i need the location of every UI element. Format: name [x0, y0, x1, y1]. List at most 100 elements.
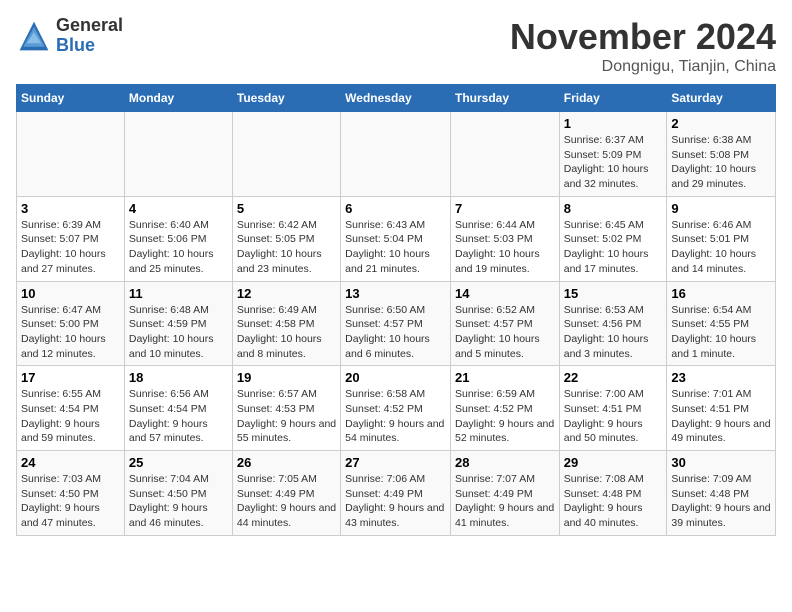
calendar-cell: 19Sunrise: 6:57 AM Sunset: 4:53 PM Dayli… — [232, 366, 340, 451]
calendar-cell: 29 Sunrise: 7:08 AM Sunset: 4:48 PM Dayli… — [559, 451, 667, 536]
calendar-cell: 10 Sunrise: 6:47 AM Sunset: 5:00 PM Dayli… — [17, 281, 125, 366]
day-info: Sunrise: 6:43 AM Sunset: 5:04 PM Dayligh… — [345, 218, 446, 277]
day-number: 11 — [129, 286, 228, 301]
calendar-cell: 18Sunrise: 6:56 AM Sunset: 4:54 PM Dayli… — [124, 366, 232, 451]
day-info: Sunrise: 6:48 AM Sunset: 4:59 PM Dayligh… — [129, 303, 228, 362]
header-row: Sunday Monday Tuesday Wednesday Thursday… — [17, 85, 776, 112]
day-number: 17 — [21, 370, 120, 385]
day-info: Sunrise: 6:55 AM Sunset: 4:54 PM Dayligh… — [21, 387, 120, 446]
day-number: 21 — [455, 370, 555, 385]
day-number: 26 — [237, 455, 336, 470]
day-info: Sunrise: 6:47 AM Sunset: 5:00 PM Dayligh… — [21, 303, 120, 362]
day-info: Sunrise: 7:06 AM Sunset: 4:49 PM Dayligh… — [345, 472, 446, 531]
calendar-cell — [450, 112, 559, 197]
calendar-cell: 17 Sunrise: 6:55 AM Sunset: 4:54 PM Dayli… — [17, 366, 125, 451]
calendar-cell: 13 Sunrise: 6:50 AM Sunset: 4:57 PM Dayli… — [341, 281, 451, 366]
col-monday: Monday — [124, 85, 232, 112]
calendar-cell: 27 Sunrise: 7:06 AM Sunset: 4:49 PM Dayli… — [341, 451, 451, 536]
day-info: Sunrise: 6:42 AM Sunset: 5:05 PM Dayligh… — [237, 218, 336, 277]
day-number: 8 — [564, 201, 663, 216]
calendar-cell — [124, 112, 232, 197]
calendar-cell: 25 Sunrise: 7:04 AM Sunset: 4:50 PM Dayli… — [124, 451, 232, 536]
day-number: 30 — [671, 455, 771, 470]
calendar-header: Sunday Monday Tuesday Wednesday Thursday… — [17, 85, 776, 112]
day-info: Sunrise: 7:01 AM Sunset: 4:51 PM Dayligh… — [671, 387, 771, 446]
calendar-cell: 5Sunrise: 6:42 AM Sunset: 5:05 PM Daylig… — [232, 196, 340, 281]
col-tuesday: Tuesday — [232, 85, 340, 112]
day-info: Sunrise: 6:38 AM Sunset: 5:08 PM Dayligh… — [671, 133, 771, 192]
day-info: Sunrise: 7:07 AM Sunset: 4:49 PM Dayligh… — [455, 472, 555, 531]
day-info: Sunrise: 7:09 AM Sunset: 4:48 PM Dayligh… — [671, 472, 771, 531]
day-info: Sunrise: 7:03 AM Sunset: 4:50 PM Dayligh… — [21, 472, 120, 531]
day-info: Sunrise: 6:59 AM Sunset: 4:52 PM Dayligh… — [455, 387, 555, 446]
day-number: 14 — [455, 286, 555, 301]
calendar-cell: 6 Sunrise: 6:43 AM Sunset: 5:04 PM Daylig… — [341, 196, 451, 281]
day-number: 1 — [564, 116, 663, 131]
day-info: Sunrise: 6:49 AM Sunset: 4:58 PM Dayligh… — [237, 303, 336, 362]
calendar-week-5: 24 Sunrise: 7:03 AM Sunset: 4:50 PM Dayli… — [17, 451, 776, 536]
calendar-cell: 22Sunrise: 7:00 AM Sunset: 4:51 PM Dayli… — [559, 366, 667, 451]
logo: General Blue — [16, 16, 123, 56]
day-number: 10 — [21, 286, 120, 301]
day-number: 24 — [21, 455, 120, 470]
col-thursday: Thursday — [450, 85, 559, 112]
calendar-week-2: 3 Sunrise: 6:39 AM Sunset: 5:07 PM Daylig… — [17, 196, 776, 281]
calendar-week-1: 1 Sunrise: 6:37 AM Sunset: 5:09 PM Daylig… — [17, 112, 776, 197]
day-info: Sunrise: 6:58 AM Sunset: 4:52 PM Dayligh… — [345, 387, 446, 446]
calendar-cell: 16 Sunrise: 6:54 AM Sunset: 4:55 PM Dayli… — [667, 281, 776, 366]
calendar-cell: 23Sunrise: 7:01 AM Sunset: 4:51 PM Dayli… — [667, 366, 776, 451]
col-wednesday: Wednesday — [341, 85, 451, 112]
day-number: 20 — [345, 370, 446, 385]
calendar-cell: 14 Sunrise: 6:52 AM Sunset: 4:57 PM Dayli… — [450, 281, 559, 366]
col-friday: Friday — [559, 85, 667, 112]
day-number: 29 — [564, 455, 663, 470]
day-number: 4 — [129, 201, 228, 216]
location: Dongnigu, Tianjin, China — [510, 58, 776, 76]
calendar-cell: 4 Sunrise: 6:40 AM Sunset: 5:06 PM Daylig… — [124, 196, 232, 281]
day-number: 7 — [455, 201, 555, 216]
calendar-cell: 11 Sunrise: 6:48 AM Sunset: 4:59 PM Dayli… — [124, 281, 232, 366]
day-number: 16 — [671, 286, 771, 301]
day-number: 25 — [129, 455, 228, 470]
calendar-cell: 2 Sunrise: 6:38 AM Sunset: 5:08 PM Daylig… — [667, 112, 776, 197]
day-number: 9 — [671, 201, 771, 216]
day-info: Sunrise: 7:08 AM Sunset: 4:48 PM Dayligh… — [564, 472, 663, 531]
calendar-table: Sunday Monday Tuesday Wednesday Thursday… — [16, 84, 776, 536]
calendar-cell: 3 Sunrise: 6:39 AM Sunset: 5:07 PM Daylig… — [17, 196, 125, 281]
day-number: 27 — [345, 455, 446, 470]
day-info: Sunrise: 6:39 AM Sunset: 5:07 PM Dayligh… — [21, 218, 120, 277]
day-number: 6 — [345, 201, 446, 216]
day-info: Sunrise: 6:50 AM Sunset: 4:57 PM Dayligh… — [345, 303, 446, 362]
logo-icon — [16, 18, 52, 54]
logo-text: General Blue — [56, 16, 123, 56]
day-number: 15 — [564, 286, 663, 301]
calendar-cell: 1 Sunrise: 6:37 AM Sunset: 5:09 PM Daylig… — [559, 112, 667, 197]
page-header: General Blue November 2024 Dongnigu, Tia… — [16, 16, 776, 76]
calendar-cell: 8Sunrise: 6:45 AM Sunset: 5:02 PM Daylig… — [559, 196, 667, 281]
calendar-week-3: 10 Sunrise: 6:47 AM Sunset: 5:00 PM Dayli… — [17, 281, 776, 366]
day-info: Sunrise: 6:44 AM Sunset: 5:03 PM Dayligh… — [455, 218, 555, 277]
calendar-cell: 20 Sunrise: 6:58 AM Sunset: 4:52 PM Dayli… — [341, 366, 451, 451]
calendar-cell: 21 Sunrise: 6:59 AM Sunset: 4:52 PM Dayli… — [450, 366, 559, 451]
calendar-cell: 26 Sunrise: 7:05 AM Sunset: 4:49 PM Dayli… — [232, 451, 340, 536]
calendar-body: 1 Sunrise: 6:37 AM Sunset: 5:09 PM Daylig… — [17, 112, 776, 536]
day-info: Sunrise: 7:04 AM Sunset: 4:50 PM Dayligh… — [129, 472, 228, 531]
day-info: Sunrise: 6:46 AM Sunset: 5:01 PM Dayligh… — [671, 218, 771, 277]
calendar-cell — [232, 112, 340, 197]
day-number: 13 — [345, 286, 446, 301]
day-number: 22 — [564, 370, 663, 385]
day-number: 3 — [21, 201, 120, 216]
col-saturday: Saturday — [667, 85, 776, 112]
day-info: Sunrise: 6:54 AM Sunset: 4:55 PM Dayligh… — [671, 303, 771, 362]
day-number: 28 — [455, 455, 555, 470]
day-info: Sunrise: 6:52 AM Sunset: 4:57 PM Dayligh… — [455, 303, 555, 362]
calendar-cell: 24 Sunrise: 7:03 AM Sunset: 4:50 PM Dayli… — [17, 451, 125, 536]
calendar-cell: 7 Sunrise: 6:44 AM Sunset: 5:03 PM Daylig… — [450, 196, 559, 281]
day-number: 2 — [671, 116, 771, 131]
day-info: Sunrise: 6:37 AM Sunset: 5:09 PM Dayligh… — [564, 133, 663, 192]
calendar-cell — [17, 112, 125, 197]
day-info: Sunrise: 6:40 AM Sunset: 5:06 PM Dayligh… — [129, 218, 228, 277]
day-info: Sunrise: 7:05 AM Sunset: 4:49 PM Dayligh… — [237, 472, 336, 531]
col-sunday: Sunday — [17, 85, 125, 112]
calendar-cell: 9 Sunrise: 6:46 AM Sunset: 5:01 PM Daylig… — [667, 196, 776, 281]
